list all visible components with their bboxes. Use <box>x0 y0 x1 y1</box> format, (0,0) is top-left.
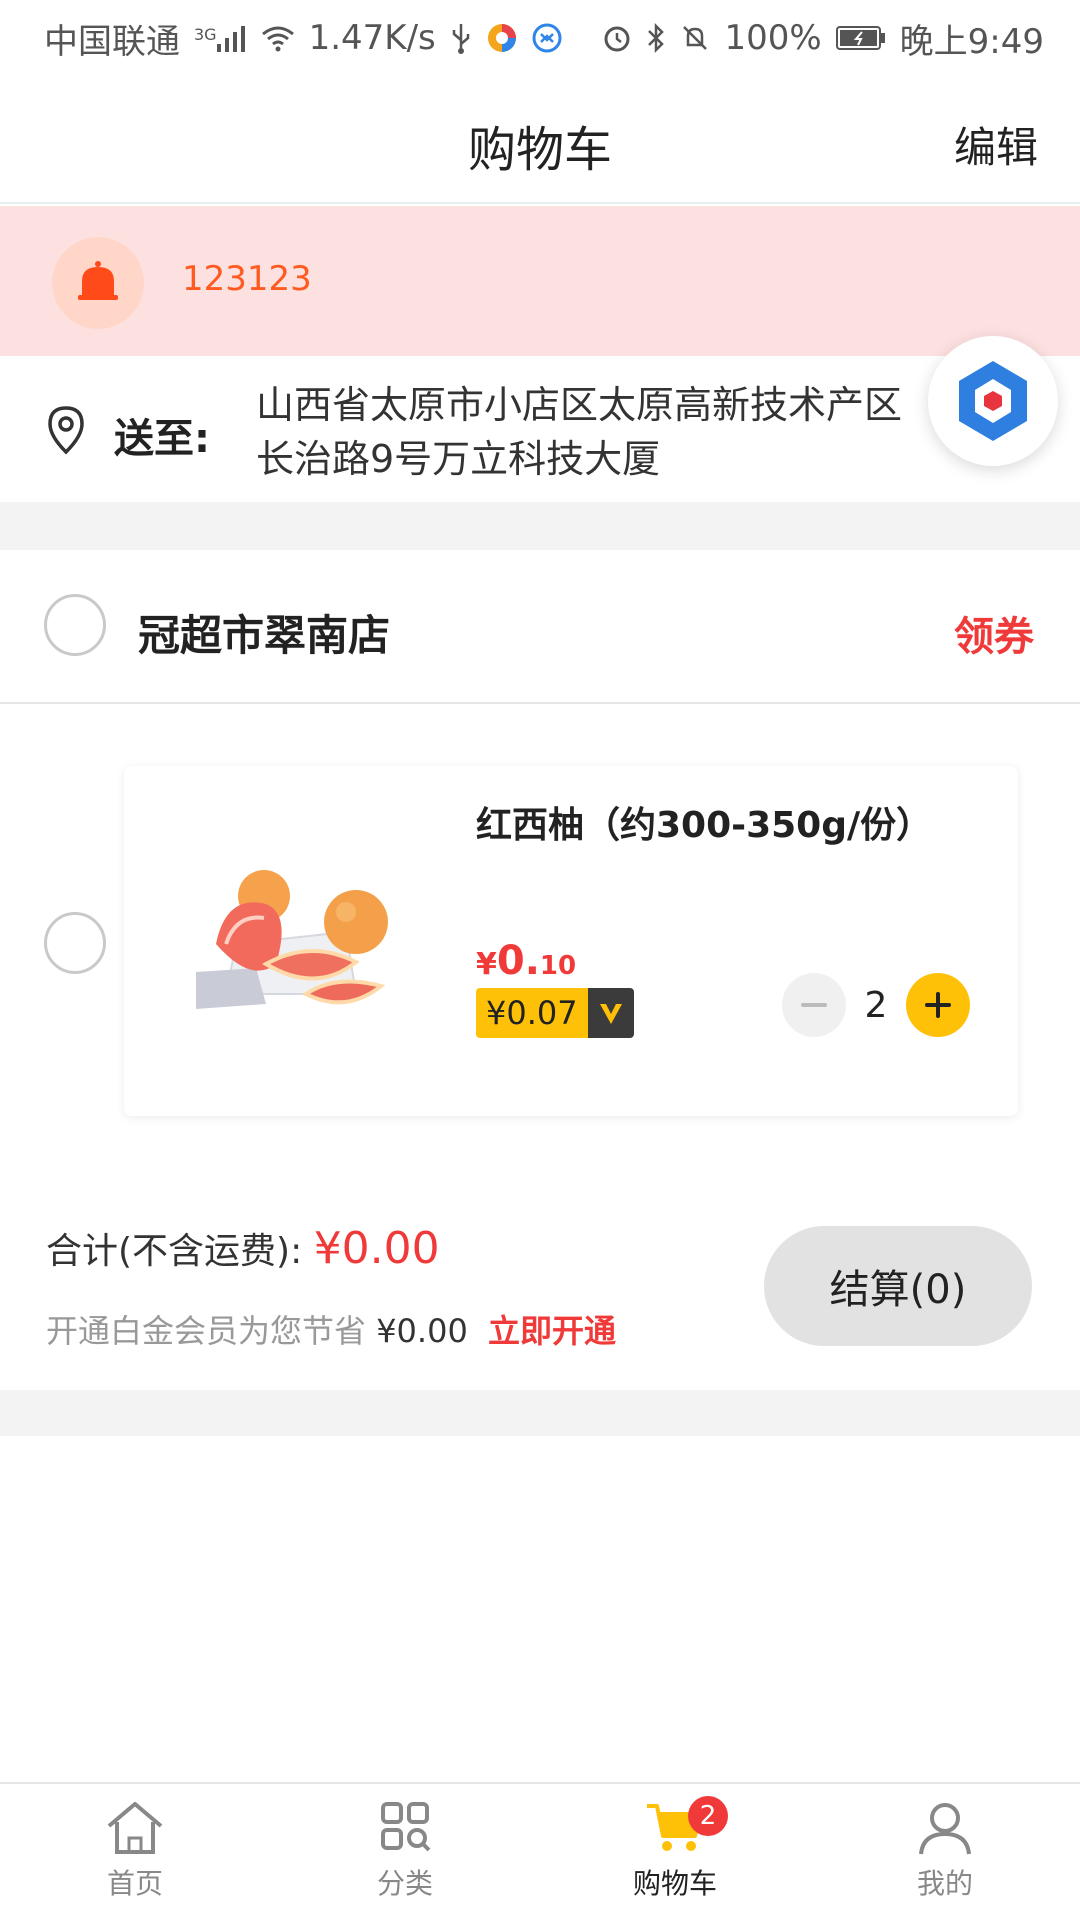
tab-label: 购物车 <box>632 1867 717 1900</box>
quantity-value: 2 <box>864 984 888 1026</box>
tab-label: 首页 <box>106 1867 163 1900</box>
total-label: 合计(不含运费): <box>46 1231 303 1272</box>
vip-savings-line: 开通白金会员为您节省 ¥0.00 立即开通 <box>46 1306 616 1352</box>
tab-profile[interactable]: 我的 <box>810 1784 1080 1920</box>
notice-text: 123123 <box>182 259 312 299</box>
profile-icon <box>919 1803 971 1855</box>
nav-header: 购物车 编辑 <box>0 76 1080 204</box>
battery-percent: 100% <box>724 18 822 58</box>
section-divider <box>0 502 1080 550</box>
store-select-checkbox[interactable] <box>44 594 106 656</box>
address-text: 山西省太原市小店区太原高新技术产区长治路9号万立科技大厦 <box>256 383 903 481</box>
increase-quantity-button[interactable] <box>906 973 970 1037</box>
total-amount: ¥0.00 <box>313 1223 440 1274</box>
quantity-stepper[interactable]: 2 <box>782 973 970 1037</box>
bell-icon <box>52 237 144 329</box>
carrier-name: 中国联通 <box>44 21 180 62</box>
vip-savings-text: 开通白金会员为您节省 <box>46 1312 367 1350</box>
coupon-button[interactable]: 领券 <box>954 604 1034 662</box>
usb-icon <box>450 22 472 54</box>
store-name[interactable]: 冠超市翠南店 <box>138 602 390 663</box>
notice-banner[interactable]: 123123 <box>0 206 1080 356</box>
section-divider <box>0 1390 1080 1436</box>
product-name[interactable]: 红西柚（约300-350g/份） <box>476 796 932 848</box>
vip-badge-icon <box>587 988 634 1038</box>
battery-icon <box>835 25 886 51</box>
cart-count-badge: 2 <box>688 1796 728 1836</box>
hexagon-logo-icon <box>959 361 1027 441</box>
sync-icon <box>532 23 562 53</box>
network-speed: 1.47K/s <box>308 18 436 58</box>
location-pin-icon <box>42 404 90 460</box>
cart-item-card[interactable]: 红西柚（约300-350g/份） ¥0.10 ¥0.07 2 <box>124 766 1018 1116</box>
tab-cart[interactable]: 2 购物车 <box>540 1784 810 1920</box>
store-row: 冠超市翠南店 领券 <box>0 550 1080 704</box>
bottom-tab-bar: 首页 分类 2 购物车 我的 <box>0 1782 1080 1920</box>
total-line: 合计(不含运费): ¥0.00 <box>46 1222 440 1274</box>
alarm-icon <box>602 23 632 53</box>
decrease-quantity-button[interactable] <box>782 973 846 1037</box>
floating-service-button[interactable] <box>928 336 1058 466</box>
product-image[interactable] <box>196 844 396 1044</box>
address-label: 送至: <box>114 416 210 462</box>
app-notification-icon <box>486 22 518 54</box>
home-icon <box>107 1802 163 1854</box>
product-price: ¥0.10 <box>476 938 577 984</box>
tab-home[interactable]: 首页 <box>0 1784 270 1920</box>
signal-icon <box>216 26 245 52</box>
vip-price-tag: ¥0.07 <box>476 988 634 1038</box>
item-select-checkbox[interactable] <box>44 912 106 974</box>
tab-label: 分类 <box>376 1867 433 1900</box>
wifi-icon <box>261 24 295 52</box>
bluetooth-icon <box>646 22 666 54</box>
mute-icon <box>680 23 710 53</box>
vip-price: ¥0.07 <box>476 988 588 1038</box>
checkout-button[interactable]: 结算(0) <box>764 1226 1032 1346</box>
clock: 晚上9:49 <box>899 21 1044 62</box>
status-bar: 中国联通 3G 1.47K/s 100% 晚上9:49 <box>0 0 1080 76</box>
plus-icon <box>925 992 951 1018</box>
category-icon <box>381 1802 431 1852</box>
checkout-summary: 合计(不含运费): ¥0.00 开通白金会员为您节省 ¥0.00 立即开通 结算… <box>0 1190 1080 1400</box>
network-type: 3G <box>194 24 247 52</box>
edit-button[interactable]: 编辑 <box>954 114 1038 175</box>
tab-label: 我的 <box>916 1867 973 1900</box>
page-title: 购物车 <box>467 122 612 178</box>
delivery-address[interactable]: 送至: 山西省太原市小店区太原高新技术产区长治路9号万立科技大厦 <box>0 356 1080 502</box>
minus-icon <box>801 1003 827 1007</box>
open-vip-link[interactable]: 立即开通 <box>488 1312 616 1350</box>
vip-savings-amount: ¥0.00 <box>376 1312 468 1350</box>
tab-category[interactable]: 分类 <box>270 1784 540 1920</box>
